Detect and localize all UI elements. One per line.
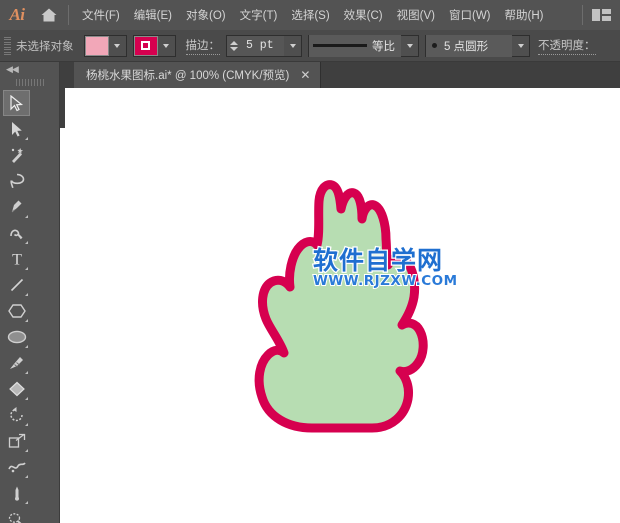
menu-item-list: 文件(F) 编辑(E) 对象(O) 文字(T) 选择(S) 效果(C) 视图(V… xyxy=(75,3,550,27)
tool-group-indicator xyxy=(25,423,28,426)
tool-group-indicator xyxy=(25,371,28,374)
tool-group-indicator xyxy=(25,449,28,452)
control-bar: 未选择对象 描边： 5 pt 等比 5 点圆形 不透明度： xyxy=(0,30,620,62)
tool-line-segment[interactable] xyxy=(3,272,30,298)
tool-group-indicator xyxy=(25,137,28,140)
menubar-divider xyxy=(68,5,69,25)
menubar-right-group xyxy=(578,0,620,30)
menu-effect[interactable]: 效果(C) xyxy=(337,3,390,27)
tool-group-indicator xyxy=(25,215,28,218)
menu-window[interactable]: 窗口(W) xyxy=(442,3,498,27)
tool-group-indicator xyxy=(25,345,28,348)
tool-free-transform[interactable] xyxy=(3,480,30,506)
tool-polygon[interactable] xyxy=(3,298,30,324)
stroke-weight-dropdown[interactable] xyxy=(284,35,301,56)
brush-preview[interactable]: 5 点圆形 xyxy=(426,34,512,57)
menu-view[interactable]: 视图(V) xyxy=(390,3,442,27)
stroke-profile-field[interactable]: 等比 xyxy=(308,34,419,57)
tool-rotate[interactable] xyxy=(3,402,30,428)
stroke-swatch-inner xyxy=(141,41,150,50)
workspace-switcher-icon[interactable] xyxy=(589,0,615,30)
tool-group-indicator xyxy=(25,397,28,400)
close-icon[interactable]: ✕ xyxy=(299,69,311,81)
chevron-down-icon xyxy=(406,43,413,48)
stroke-color-dropdown[interactable] xyxy=(157,35,175,56)
tool-magic-wand[interactable] xyxy=(3,142,30,168)
canvas-edge-stub xyxy=(60,88,65,128)
menu-bar: Ai 文件(F) 编辑(E) 对象(O) 文字(T) 选择(S) 效果(C) 视… xyxy=(0,0,620,30)
tool-paintbrush[interactable] xyxy=(3,350,30,376)
tools-panel-grip[interactable] xyxy=(0,76,59,88)
fill-color-control[interactable] xyxy=(83,34,127,57)
menu-object[interactable]: 对象(O) xyxy=(179,3,233,27)
stroke-profile-line-icon xyxy=(313,44,367,47)
chevron-down-icon xyxy=(289,43,296,48)
menu-edit[interactable]: 编辑(E) xyxy=(127,3,179,27)
tool-group-indicator xyxy=(25,501,28,504)
tool-shaper[interactable] xyxy=(3,376,30,402)
stroke-color-control[interactable] xyxy=(132,34,176,57)
tool-group-indicator xyxy=(25,293,28,296)
chevron-down-icon xyxy=(163,43,169,48)
illustrator-window: Ai 文件(F) 编辑(E) 对象(O) 文字(T) 选择(S) 效果(C) 视… xyxy=(0,0,620,523)
opacity-label[interactable]: 不透明度： xyxy=(538,37,596,55)
stepper-up-icon[interactable] xyxy=(229,40,238,45)
tool-scale[interactable] xyxy=(3,428,30,454)
tool-pen[interactable] xyxy=(3,194,30,220)
tool-type[interactable]: T xyxy=(3,246,30,272)
stroke-weight-field[interactable]: 5 pt xyxy=(226,34,302,57)
chevron-down-icon xyxy=(517,43,524,48)
chevron-down-icon xyxy=(114,43,120,48)
tool-group-indicator xyxy=(25,241,28,244)
tool-lasso[interactable] xyxy=(3,168,30,194)
fill-color-swatch[interactable] xyxy=(84,35,109,56)
stroke-profile-dropdown[interactable] xyxy=(401,35,418,56)
app-logo: Ai xyxy=(9,5,25,24)
tool-group-indicator xyxy=(25,319,28,322)
stepper-down-icon[interactable] xyxy=(229,46,238,51)
collapse-panel-icon[interactable]: ◀◀ xyxy=(0,62,59,76)
tool-curvature[interactable] xyxy=(3,220,30,246)
stroke-profile-preview[interactable]: 等比 xyxy=(309,34,401,57)
home-icon[interactable] xyxy=(34,0,64,30)
stroke-profile-label: 等比 xyxy=(372,40,395,53)
stroke-color-swatch[interactable] xyxy=(133,35,158,56)
starfruit-icon-path[interactable] xyxy=(240,173,450,438)
brush-definition-field[interactable]: 5 点圆形 xyxy=(425,34,530,57)
tool-ellipse[interactable] xyxy=(3,324,30,350)
document-tab-title: 杨桃水果图标.ai* @ 100% (CMYK/预览) xyxy=(86,70,290,82)
menubar-divider-right xyxy=(582,5,583,25)
stroke-weight-label[interactable]: 描边： xyxy=(185,37,220,55)
brush-dot-icon xyxy=(432,43,437,48)
menu-file[interactable]: 文件(F) xyxy=(75,3,127,27)
artwork-container[interactable] xyxy=(240,173,450,443)
brush-dropdown[interactable] xyxy=(512,35,529,56)
tool-direct-selection[interactable] xyxy=(3,116,30,142)
tool-grid: T xyxy=(0,88,59,523)
document-tab[interactable]: 杨桃水果图标.ai* @ 100% (CMYK/预览) ✕ xyxy=(74,62,322,88)
fill-color-dropdown[interactable] xyxy=(108,35,126,56)
tool-width[interactable] xyxy=(3,454,30,480)
menu-select[interactable]: 选择(S) xyxy=(284,3,336,27)
brush-label: 5 点圆形 xyxy=(444,40,489,53)
stroke-weight-value[interactable]: 5 pt xyxy=(240,39,284,52)
tools-panel: ◀◀ T xyxy=(0,62,60,523)
stroke-weight-stepper[interactable] xyxy=(227,36,240,56)
menu-help[interactable]: 帮助(H) xyxy=(498,3,551,27)
document-tab-bar: 杨桃水果图标.ai* @ 100% (CMYK/预览) ✕ xyxy=(60,62,620,88)
tool-group-indicator xyxy=(25,475,28,478)
document-canvas[interactable]: 软件自学网 WWW.RJZXW.COM xyxy=(60,88,620,523)
tool-group-indicator xyxy=(25,267,28,270)
svg-text:T: T xyxy=(12,252,22,269)
selection-status-label: 未选择对象 xyxy=(16,40,74,53)
menu-type[interactable]: 文字(T) xyxy=(233,3,285,27)
tool-shape-builder[interactable] xyxy=(3,506,30,523)
control-bar-grip[interactable] xyxy=(3,36,12,56)
tool-selection[interactable] xyxy=(3,90,30,116)
